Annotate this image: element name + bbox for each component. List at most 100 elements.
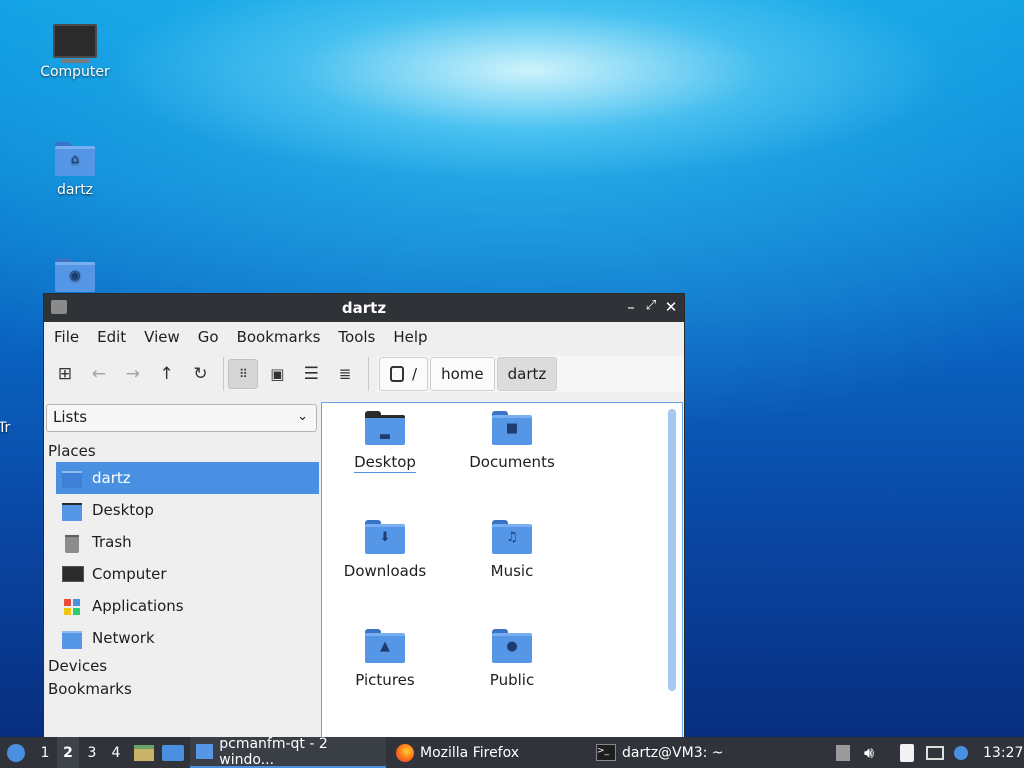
breadcrumb-dartz[interactable]: dartz [496,357,558,391]
devices-header[interactable]: Devices [48,657,107,675]
place-item-dartz[interactable]: dartz [56,462,319,494]
clipboard-icon [900,743,914,762]
task-pcmanfm[interactable]: pcmanfm-qt - 2 windo... [190,735,386,768]
file-item-documents[interactable]: ■ Documents [457,411,567,471]
file-label: Music [490,562,534,580]
firefox-icon [396,743,414,762]
file-label: Pictures [355,671,415,689]
lxqt-logo-icon [7,743,25,762]
menu-file[interactable]: File [48,328,85,346]
downloads-folder-icon: ⬇ [365,520,405,554]
task-terminal[interactable]: >_ dartz@VM3: ~ [590,737,730,768]
desktop-icon-home[interactable]: ⌂ dartz [30,142,120,198]
desktop-icon-trash-partial[interactable]: Tr [0,420,42,436]
applications-icon [62,597,82,615]
pictures-folder-icon: ▲ [365,629,405,663]
menu-bar: File Edit View Go Bookmarks Tools Help [44,322,684,352]
breadcrumb-home[interactable]: home [430,357,495,391]
quicklaunch-files[interactable] [134,737,154,768]
workspace-1[interactable]: 1 [34,737,56,768]
place-item-network[interactable]: Network [56,622,319,654]
file-manager-window: dartz – ⤢ ✕ File Edit View Go Bookmarks … [43,293,685,743]
maximize-button[interactable]: ⤢ [642,298,660,313]
bookmarks-header[interactable]: Bookmarks [48,680,132,698]
network-folder-icon: ◉ [55,258,95,292]
place-label: Applications [92,597,184,615]
window-title: dartz [341,299,387,317]
trash-icon [62,533,82,553]
home-folder-icon: ⌂ [55,142,95,176]
network-icon [926,745,944,760]
desktop-icon-network[interactable]: ◉ [30,258,120,298]
tray-network[interactable] [926,737,944,768]
place-label: Desktop [92,501,154,519]
volume-icon: 🔊︎ [864,742,875,762]
tray-volume[interactable]: 🔊︎ [864,737,874,768]
close-button[interactable]: ✕ [662,298,680,316]
home-folder-icon [62,469,82,488]
side-pane: Lists ⌄ Places dartz Desktop Trash Compu… [44,402,320,742]
notification-icon [954,745,968,760]
breadcrumb-root[interactable]: / [379,357,429,391]
file-label: Downloads [343,562,427,580]
place-item-desktop[interactable]: Desktop [56,494,319,526]
toolbar-separator [368,357,370,391]
menu-tools[interactable]: Tools [332,328,381,346]
task-firefox[interactable]: Mozilla Firefox [390,737,525,768]
menu-go[interactable]: Go [192,328,225,346]
side-pane-mode-select[interactable]: Lists ⌄ [46,404,317,432]
title-bar[interactable]: dartz – ⤢ ✕ [44,294,684,322]
workspace-2[interactable]: 2 [57,737,79,768]
toolbar-separator [223,357,225,391]
file-item-music[interactable]: ♫ Music [457,520,567,580]
workspace-3[interactable]: 3 [81,737,103,768]
menu-help[interactable]: Help [387,328,433,346]
file-view[interactable]: ▬ Desktop ■ Documents ⬇ Downloads ♫ Musi… [321,402,683,742]
new-tab-button[interactable]: ⊞ [50,359,80,389]
file-item-downloads[interactable]: ⬇ Downloads [330,520,440,580]
place-label: dartz [92,469,131,487]
arrow-right-icon: → [125,364,140,384]
place-item-applications[interactable]: Applications [56,590,319,622]
public-folder-icon: ● [492,629,532,663]
desktop-icon-label: Computer [40,64,110,80]
file-item-desktop[interactable]: ▬ Desktop [330,411,440,473]
compact-view-button[interactable]: ☰ [296,359,326,389]
task-label: pcmanfm-qt - 2 windo... [219,735,328,768]
menu-bookmarks[interactable]: Bookmarks [231,328,327,346]
forward-button[interactable]: → [118,359,148,389]
reload-button[interactable]: ↻ [186,359,216,389]
vertical-scrollbar[interactable] [668,409,676,691]
minimize-button[interactable]: – [622,298,640,316]
breadcrumb-label: home [441,365,484,383]
arrow-left-icon: ← [91,364,106,384]
new-tab-icon: ⊞ [57,364,73,384]
place-item-trash[interactable]: Trash [56,526,319,558]
documents-folder-icon: ■ [492,411,532,445]
desktop-icon-computer[interactable]: Computer [30,24,120,80]
tray-updates[interactable] [836,737,850,768]
up-button[interactable]: ↑ [152,359,182,389]
tray-clipboard[interactable] [900,737,914,768]
tray-notifications[interactable] [954,737,968,768]
place-item-computer[interactable]: Computer [56,558,319,590]
workspace-4[interactable]: 4 [105,737,127,768]
quicklaunch-desktop[interactable] [162,737,184,768]
menu-edit[interactable]: Edit [91,328,132,346]
file-item-pictures[interactable]: ▲ Pictures [330,629,440,689]
clock[interactable]: 13:27 [983,737,1023,768]
file-item-public[interactable]: ● Public [457,629,567,689]
icon-view-button[interactable]: ⠿ [228,359,259,389]
detail-list-icon: ≣ [338,365,352,383]
back-button[interactable]: ← [84,359,114,389]
file-label: Documents [469,453,555,471]
folder-icon [196,744,214,759]
app-menu-button[interactable] [4,737,28,768]
detailed-view-button[interactable]: ≣ [330,359,360,389]
toolbar: ⊞ ← → ↑ ↻ ⠿ ▣ ☰ ≣ / home dartz [44,352,684,396]
place-label: Trash [92,533,132,551]
thumbnail-view-button[interactable]: ▣ [262,359,292,389]
places-header[interactable]: Places [48,442,96,460]
show-desktop-icon [162,744,184,761]
menu-view[interactable]: View [138,328,186,346]
